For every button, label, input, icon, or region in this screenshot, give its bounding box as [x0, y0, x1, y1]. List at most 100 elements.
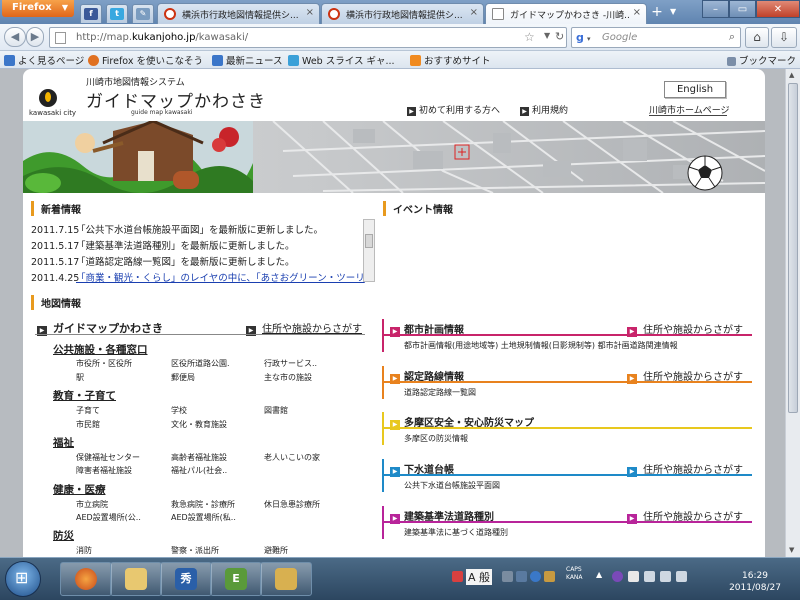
reload-icon[interactable]: ↻	[555, 30, 564, 43]
bookmark-item[interactable]: Web スライス ギャ...	[288, 53, 395, 67]
browser-tab[interactable]: 横浜市行政地図情報提供シ... ×	[321, 3, 484, 24]
app-tab-edit[interactable]: ✎	[132, 4, 154, 23]
bookmark-item[interactable]: おすすめサイト	[410, 53, 491, 67]
flag-icon[interactable]	[628, 571, 639, 582]
help-icon[interactable]	[530, 571, 541, 582]
search-icon[interactable]: ⌕	[729, 30, 735, 44]
scroll-thumb[interactable]	[788, 83, 798, 413]
taskbar-file-explorer[interactable]	[260, 562, 312, 596]
close-tab-icon[interactable]: ×	[633, 7, 641, 18]
ime-pad-icon[interactable]	[502, 571, 513, 582]
category-item[interactable]: 保健福祉センター	[76, 452, 140, 463]
app-tray-icon[interactable]	[612, 571, 623, 582]
category-item[interactable]: 子育て	[76, 405, 100, 416]
security-icon[interactable]	[452, 571, 463, 582]
address-bar[interactable]: http://map.kukanjoho.jp/kawasaki/ ☆ ▼ ↻	[49, 27, 567, 48]
category-item[interactable]: 駅	[76, 372, 84, 383]
english-button[interactable]: English	[664, 81, 726, 98]
category-item[interactable]: 障害者福祉施設	[76, 465, 132, 476]
category-item[interactable]: 警察・派出所	[171, 545, 219, 556]
section-description[interactable]: 道路認定路線一覧図	[404, 387, 476, 398]
browser-tab-active[interactable]: ガイドマップかわさき -川崎... ×	[485, 3, 647, 25]
category-item[interactable]: 郵便局	[171, 372, 195, 383]
ime-dictionary-icon[interactable]	[544, 571, 555, 582]
section-description[interactable]: 都市計画情報(用途地域等) 土地規制情報(日影規制等) 都市計画道路関連情報	[404, 340, 678, 351]
news-link-item[interactable]: 2011.4.25「商業・観光・くらし」のレイヤの中に、「あさおグリーン・ツーリ	[31, 270, 365, 284]
category-item[interactable]: 文化・教育施設	[171, 419, 227, 430]
bookmarks-menu[interactable]: ブックマーク	[727, 53, 796, 67]
category-item[interactable]: 消防	[76, 545, 92, 556]
terms-link[interactable]: ▶ 利用規約	[520, 103, 568, 116]
category-item[interactable]: 区役所道路公園.	[171, 358, 230, 369]
forward-button[interactable]: ▶	[26, 27, 44, 47]
scroll-up-icon[interactable]: ▲	[789, 71, 794, 79]
scroll-thumb[interactable]	[365, 234, 373, 248]
new-tab-button[interactable]: +	[648, 5, 666, 22]
news-scrollbar[interactable]	[363, 219, 375, 282]
chevron-down-icon[interactable]: ▾	[587, 35, 591, 43]
section-description[interactable]: 建築基準法に基づく道路種別	[404, 527, 508, 538]
event-title: イベント情報	[383, 201, 453, 216]
download-button[interactable]: ⇩	[771, 27, 797, 48]
category-education[interactable]: 教育・子育て	[53, 388, 116, 403]
first-time-link[interactable]: ▶ 初めて利用する方へ	[407, 103, 500, 116]
firefox-menu-button[interactable]: Firefox ▼	[2, 0, 74, 17]
category-public-facilities[interactable]: 公共施設・各種窓口	[53, 342, 148, 357]
search-box[interactable]: g ▾ Google ⌕	[571, 27, 741, 48]
category-item[interactable]: 市民館	[76, 419, 100, 430]
category-item[interactable]: 学校	[171, 405, 187, 416]
app-tab-twitter[interactable]: t	[106, 4, 128, 23]
bookmark-item[interactable]: Firefox を使いこなそう	[88, 53, 203, 67]
section-description[interactable]: 公共下水道台帳施設平面図	[404, 480, 500, 491]
category-item[interactable]: 休日急患診療所	[264, 499, 320, 510]
suggested-sites-icon	[410, 55, 421, 66]
taskbar-calligraphy-app[interactable]: 秀	[160, 562, 212, 596]
category-item[interactable]: 主な市の施設	[264, 372, 312, 383]
taskbar-evernote[interactable]: E	[210, 562, 262, 596]
app-tab-facebook[interactable]: f	[80, 4, 102, 23]
ime-indicator[interactable]: A 般	[466, 569, 493, 585]
category-item[interactable]: 行政サービス..	[264, 358, 317, 369]
close-tab-icon[interactable]: ×	[306, 7, 314, 18]
category-health[interactable]: 健康・医療	[53, 482, 106, 497]
close-window-button[interactable]: ✕	[756, 0, 800, 18]
category-item[interactable]: 高齢者福祉施設	[171, 452, 227, 463]
news-feed-icon	[212, 55, 223, 66]
category-item[interactable]: 市立病院	[76, 499, 108, 510]
star-bookmark-icon[interactable]: ☆	[524, 30, 535, 44]
close-tab-icon[interactable]: ×	[470, 7, 478, 18]
volume-icon[interactable]	[676, 571, 687, 582]
section-description[interactable]: 多摩区の防災情報	[404, 433, 468, 444]
back-button[interactable]: ◀	[4, 27, 26, 47]
minimize-button[interactable]: –	[702, 0, 729, 18]
chevron-down-icon[interactable]: ▼	[544, 31, 550, 40]
category-item[interactable]: 避難所	[264, 545, 288, 556]
signal-icon[interactable]	[660, 571, 671, 582]
category-item[interactable]: AED設置場所(私..	[171, 512, 236, 523]
browser-tab[interactable]: 横浜市行政地図情報提供シ... ×	[157, 3, 320, 24]
category-item[interactable]: AED設置場所(公..	[76, 512, 141, 523]
maximize-button[interactable]: ▭	[729, 0, 756, 18]
ime-tool-icon[interactable]	[516, 571, 527, 582]
network-icon[interactable]	[644, 571, 655, 582]
category-item[interactable]: 老人いこいの家	[264, 452, 320, 463]
taskbar-explorer-app[interactable]	[110, 562, 162, 596]
category-item[interactable]: 市役所・区役所	[76, 358, 132, 369]
clock[interactable]: 16:29 2011/08/27	[715, 570, 795, 594]
home-button[interactable]: ⌂	[745, 27, 769, 48]
page-scrollbar[interactable]: ▲ ▼	[785, 69, 800, 557]
scroll-down-icon[interactable]: ▼	[789, 546, 794, 554]
list-item: 2011.5.17「道路認定路線一覧図」を最新版に更新しました。	[31, 257, 295, 268]
tab-list-chevron-icon[interactable]: ▼	[670, 7, 676, 16]
category-disaster[interactable]: 防災	[53, 528, 74, 543]
taskbar-firefox[interactable]	[60, 562, 112, 596]
show-hidden-icons-icon[interactable]: ▲	[596, 570, 602, 579]
category-item[interactable]: 図書館	[264, 405, 288, 416]
bookmark-item[interactable]: 最新ニュース	[212, 53, 283, 67]
category-item[interactable]: 救急病院・診療所	[171, 499, 235, 510]
kawasaki-city-logo-icon[interactable]	[39, 89, 57, 107]
category-welfare[interactable]: 福祉	[53, 435, 74, 450]
category-item[interactable]: 福祉パル(社会..	[171, 465, 227, 476]
bookmark-item[interactable]: よく見るページ	[4, 53, 84, 67]
start-button[interactable]	[5, 561, 41, 597]
